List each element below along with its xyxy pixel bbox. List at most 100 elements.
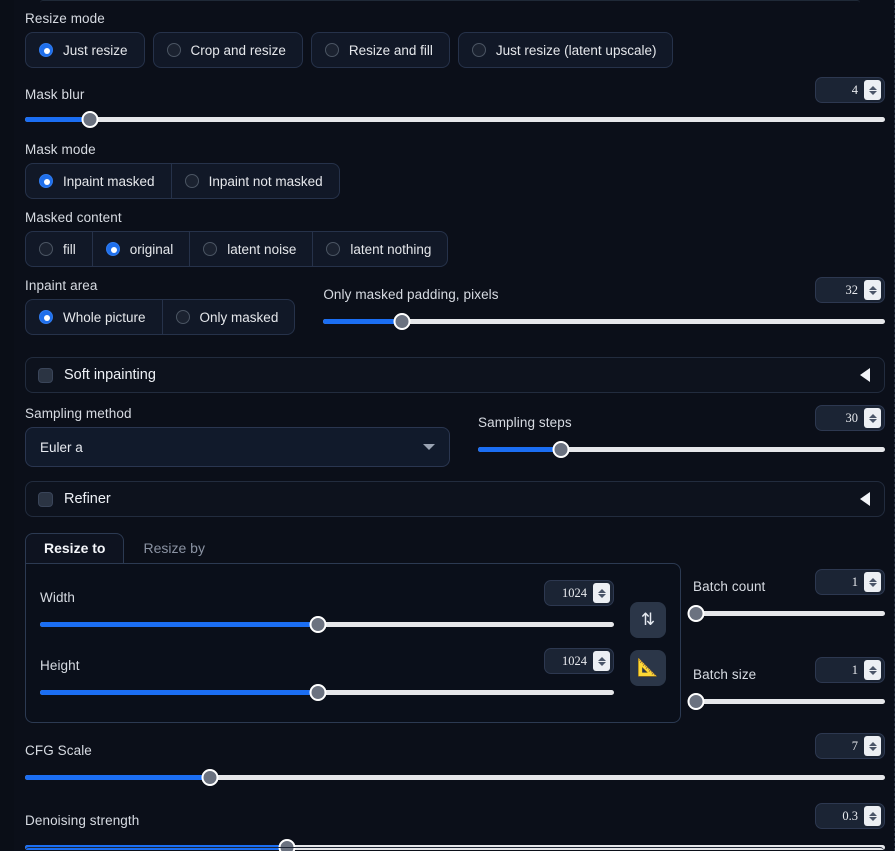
slider-track (693, 611, 885, 616)
radio-fill[interactable]: fill (25, 231, 93, 267)
sampling-method-dropdown[interactable]: Euler a (25, 427, 450, 467)
cfg-scale-slider[interactable] (25, 767, 885, 787)
height-slider[interactable] (40, 682, 614, 702)
mask-blur-number-input[interactable]: 4 (815, 77, 885, 103)
sampling-row: Sampling method Euler a Sampling steps 3… (25, 405, 885, 467)
width-number-input[interactable]: 1024 (544, 580, 614, 606)
only-masked-padding-label: Only masked padding, pixels (323, 287, 499, 302)
resize-to-panel: Width 1024 Height 1024 ⇅ 📐 (25, 563, 681, 723)
slider-handle[interactable] (309, 684, 327, 701)
batch-block: Batch count 1 Batch size 1 (687, 531, 885, 723)
slider-handle[interactable] (81, 111, 98, 128)
soft-inpainting-accordion[interactable]: Soft inpainting (25, 357, 885, 393)
batch-count-field: Batch count 1 (687, 569, 885, 623)
radio-dot-icon (39, 242, 53, 256)
stepper-icon[interactable] (864, 408, 881, 428)
stepper-icon[interactable] (864, 280, 881, 300)
refiner-checkbox[interactable] (38, 491, 53, 507)
stepper-icon[interactable] (864, 572, 881, 592)
cfg-scale-number-input[interactable]: 7 (815, 733, 885, 759)
radio-crop-and-resize[interactable]: Crop and resize (152, 32, 303, 68)
radio-label: original (129, 241, 174, 257)
only-masked-padding-field: Only masked padding, pixels 32 (323, 277, 885, 341)
slider-track (693, 699, 885, 704)
radio-label: fill (63, 241, 76, 257)
slider-fill (478, 447, 562, 452)
batch-size-field: Batch size 1 (687, 657, 885, 711)
slider-handle[interactable] (687, 693, 705, 710)
chevron-down-icon[interactable] (423, 444, 435, 450)
radio-dot-icon (184, 174, 199, 188)
sampling-method-field: Sampling method Euler a (25, 405, 450, 467)
mask-blur-slider[interactable] (25, 109, 885, 129)
denoising-strength-number-input[interactable]: 0.3 (815, 803, 885, 829)
radio-dot-icon (39, 43, 53, 57)
radio-original[interactable]: original (92, 231, 191, 267)
aspect-ratio-button[interactable]: 📐 (630, 650, 666, 686)
stepper-icon[interactable] (864, 806, 881, 826)
tab-resize-to[interactable]: Resize to (25, 533, 125, 563)
radio-label: Inpaint not masked (208, 173, 323, 189)
cfg-scale-field: CFG Scale 7 (25, 733, 885, 787)
slider-handle[interactable] (393, 313, 411, 330)
tab-resize-by[interactable]: Resize by (124, 533, 223, 563)
width-value: 1024 (562, 585, 587, 600)
resize-batch-row: Resize to Resize by Width 1024 Height 10… (25, 531, 885, 723)
batch-count-number-input[interactable]: 1 (815, 569, 885, 595)
slider-handle[interactable] (687, 605, 705, 622)
sampling-steps-field: Sampling steps 30 (478, 405, 885, 467)
slider-handle[interactable] (201, 769, 219, 786)
radio-dot-icon (324, 43, 339, 57)
radio-label: Inpaint masked (63, 173, 155, 189)
sampling-steps-slider[interactable] (478, 439, 885, 459)
stepper-icon[interactable] (864, 660, 881, 680)
radio-dot-icon (39, 310, 53, 324)
stepper-icon[interactable] (864, 80, 881, 100)
batch-count-slider[interactable] (687, 603, 885, 623)
radio-just-resize-latent-upscale[interactable]: Just resize (latent upscale) (457, 32, 674, 68)
radio-resize-and-fill[interactable]: Resize and fill (310, 32, 450, 68)
radio-inpaint-not-masked[interactable]: Inpaint not masked (171, 163, 340, 199)
width-slider[interactable] (40, 614, 614, 634)
collapse-caret-icon[interactable] (860, 368, 870, 382)
radio-whole-picture[interactable]: Whole picture (25, 299, 163, 335)
mask-mode-options: Inpaint masked Inpaint not masked (25, 163, 885, 199)
radio-inpaint-masked[interactable]: Inpaint masked (25, 163, 172, 199)
denoising-strength-field: Denoising strength 0.3 (25, 803, 885, 851)
radio-latent-noise[interactable]: latent noise (190, 231, 314, 267)
left-rail (0, 0, 14, 851)
only-masked-padding-value: 32 (845, 282, 859, 297)
radio-label: Only masked (199, 309, 279, 325)
inpaint-area-options: Whole picture Only masked (25, 299, 296, 335)
stepper-icon[interactable] (864, 736, 881, 756)
cfg-scale-label: CFG Scale (25, 743, 92, 758)
batch-size-number-input[interactable]: 1 (815, 657, 885, 683)
height-number-input[interactable]: 1024 (544, 648, 614, 674)
only-masked-padding-slider[interactable] (323, 311, 885, 331)
swap-dimensions-button[interactable]: ⇅ (630, 602, 666, 638)
mask-blur-field: Mask blur 4 (25, 77, 885, 129)
batch-size-slider[interactable] (687, 691, 885, 711)
soft-inpainting-checkbox[interactable] (38, 367, 53, 383)
settings-column: Resize mode Just resize Crop and resize … (25, 0, 885, 851)
height-value: 1024 (562, 653, 587, 668)
refiner-accordion[interactable]: Refiner (25, 481, 885, 517)
collapse-caret-icon[interactable] (860, 492, 870, 506)
slider-handle[interactable] (309, 616, 327, 633)
radio-only-masked[interactable]: Only masked (162, 299, 296, 335)
only-masked-padding-number-input[interactable]: 32 (815, 277, 885, 303)
cfg-scale-value: 7 (851, 738, 858, 753)
resize-mode-options: Just resize Crop and resize Resize and f… (25, 32, 885, 68)
height-field: Height 1024 (40, 648, 614, 702)
stepper-icon[interactable] (593, 583, 610, 603)
sampling-steps-number-input[interactable]: 30 (815, 405, 885, 431)
inpaint-area-label: Inpaint area (25, 278, 98, 293)
slider-handle[interactable] (552, 441, 570, 458)
stepper-icon[interactable] (593, 651, 610, 671)
radio-just-resize[interactable]: Just resize (25, 32, 145, 68)
radio-latent-nothing[interactable]: latent nothing (313, 231, 449, 267)
radio-label: latent noise (227, 241, 297, 257)
resize-tabs-block: Resize to Resize by Width 1024 Height 10… (25, 531, 681, 723)
resize-mode-label: Resize mode (25, 11, 105, 26)
soft-inpainting-label: Soft inpainting (64, 367, 156, 383)
